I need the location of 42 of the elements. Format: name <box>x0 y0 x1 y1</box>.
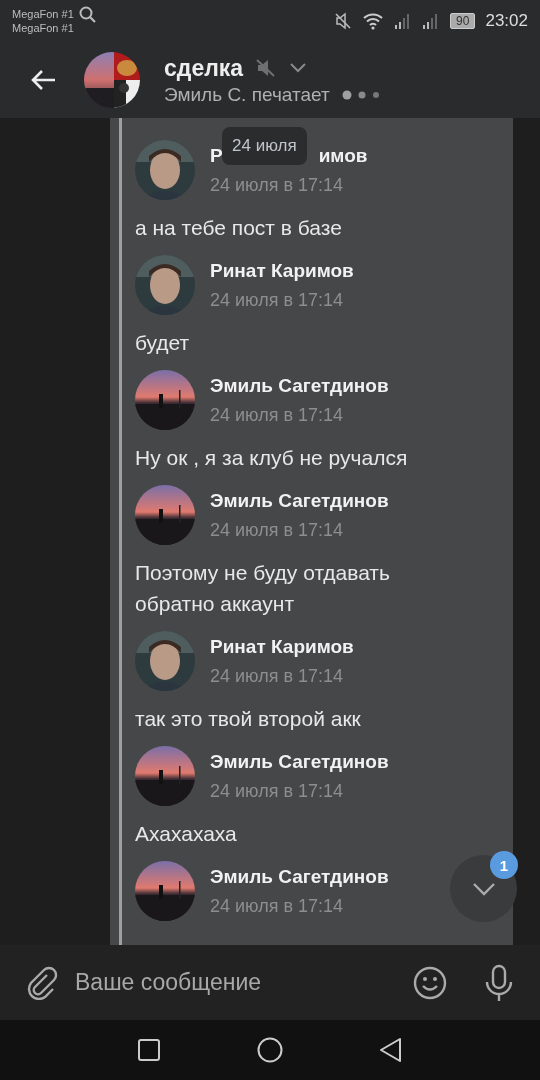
message-time: 24 июля в 17:14 <box>210 404 345 426</box>
mute-icon <box>334 12 353 30</box>
chat-title: сделка <box>164 54 244 82</box>
author-name: Р <box>210 144 223 167</box>
author-name: Эмиль Сагетдинов <box>210 374 389 397</box>
message-time: 24 июля в 17:14 <box>210 289 345 311</box>
typing-status: Эмиль С. печатает <box>164 83 330 106</box>
message-text: Ахахахаха <box>135 821 238 847</box>
message-time: 24 июля в 17:14 <box>210 519 345 541</box>
unread-badge: 1 <box>490 851 518 879</box>
message-text: Поэтому не буду отдавать обратно аккаунт <box>135 560 391 617</box>
message-text: Ну ок , я за клуб не ручался <box>135 445 409 471</box>
paperclip-icon[interactable] <box>25 965 59 1000</box>
message-text: а на тебе пост в базе <box>135 215 343 241</box>
message-time: 24 июля в 17:14 <box>210 665 345 687</box>
wifi-icon <box>362 12 385 30</box>
carrier-name: MegaFon #1 <box>12 7 74 21</box>
author-name: Эмиль Сагетдинов <box>210 750 389 773</box>
typing-dots-icon <box>341 89 382 100</box>
author-name: Эмиль Сагетдинов <box>210 865 389 888</box>
recent-apps-icon[interactable] <box>137 1038 161 1062</box>
emoji-icon[interactable] <box>412 964 448 1001</box>
back-icon[interactable] <box>379 1037 403 1063</box>
message-time: 24 июля в 17:14 <box>210 174 345 196</box>
author-name: Ринат Каримов <box>210 635 354 658</box>
clock: 23:02 <box>485 11 528 31</box>
message-text: будет <box>135 330 191 356</box>
message-text: так это твой второй акк <box>135 706 362 732</box>
carrier-name: MegaFon #1 <box>12 21 74 35</box>
home-icon[interactable] <box>257 1037 283 1063</box>
search-icon <box>77 5 98 25</box>
author-name: имов <box>318 144 368 167</box>
chevron-down-icon[interactable] <box>289 62 308 74</box>
date-tooltip: 24 июля <box>222 127 307 165</box>
author-name: Эмиль Сагетдинов <box>210 489 389 512</box>
microphone-icon[interactable] <box>484 963 514 1002</box>
message-time: 24 июля в 17:14 <box>210 895 345 917</box>
message-time: 24 июля в 17:14 <box>210 780 345 802</box>
chevron-down-icon <box>470 880 497 897</box>
battery-level: 90 <box>450 13 476 29</box>
author-name: Ринат Каримов <box>210 259 354 282</box>
back-icon[interactable] <box>29 68 57 92</box>
